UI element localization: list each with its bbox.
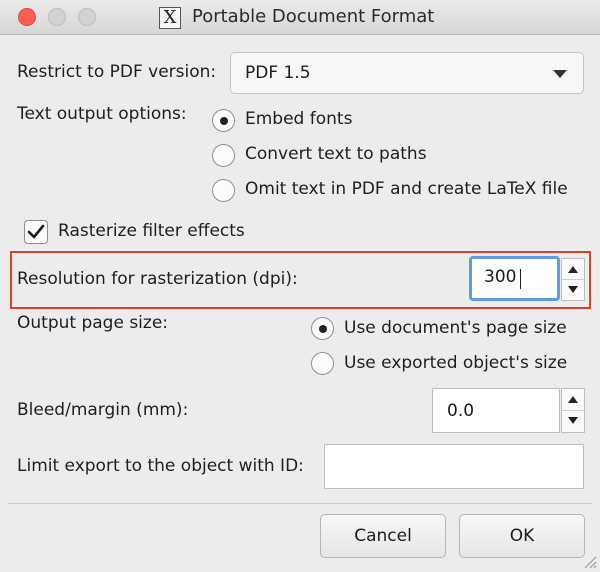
bleed-decrement-button[interactable]: [562, 411, 584, 433]
radio-convert-text[interactable]: [212, 144, 235, 167]
resolution-value: 300: [484, 267, 517, 287]
limit-export-label: Limit export to the object with ID:: [17, 456, 304, 476]
embed-fonts-label[interactable]: Embed fonts: [245, 109, 352, 129]
text-caret: [520, 269, 521, 289]
object-id-input[interactable]: [324, 444, 584, 489]
window-title: Portable Document Format: [192, 6, 435, 27]
rasterize-label[interactable]: Rasterize filter effects: [58, 221, 245, 241]
divider: [8, 503, 592, 504]
resolution-increment-button[interactable]: [562, 259, 584, 280]
arrow-up-icon: [568, 396, 578, 403]
checkmark-icon: [27, 224, 45, 239]
pdf-version-value: PDF 1.5: [245, 63, 311, 83]
close-window-button[interactable]: [18, 8, 36, 26]
exported-object-size-label[interactable]: Use exported object's size: [344, 353, 567, 373]
cancel-button[interactable]: Cancel: [320, 514, 446, 558]
bleed-input[interactable]: 0.0: [432, 388, 560, 433]
app-icon: X: [159, 7, 181, 29]
text-output-label: Text output options:: [17, 104, 187, 124]
omit-text-label[interactable]: Omit text in PDF and create LaTeX file: [245, 179, 568, 199]
bleed-stepper[interactable]: [561, 388, 585, 433]
resize-grip-icon[interactable]: [581, 553, 597, 569]
radio-embed-fonts[interactable]: [212, 109, 235, 132]
radio-omit-text-latex[interactable]: [212, 179, 235, 202]
chevron-down-icon: [553, 70, 567, 78]
convert-text-label[interactable]: Convert text to paths: [245, 144, 427, 164]
ok-button[interactable]: OK: [459, 514, 585, 558]
resolution-input[interactable]: 300: [469, 256, 560, 301]
minimize-window-button[interactable]: [48, 8, 66, 26]
page-size-label: Output page size:: [17, 313, 169, 333]
radio-exported-object-size[interactable]: [311, 352, 334, 375]
radio-document-page-size[interactable]: [311, 317, 334, 340]
maximize-window-button[interactable]: [78, 8, 96, 26]
bleed-value: 0.0: [447, 401, 475, 421]
arrow-down-icon: [568, 416, 578, 424]
resolution-decrement-button[interactable]: [562, 280, 584, 301]
rasterize-checkbox[interactable]: [24, 220, 48, 244]
title-bar: X Portable Document Format: [0, 0, 600, 35]
pdf-version-select[interactable]: PDF 1.5: [230, 52, 584, 94]
pdf-version-label: Restrict to PDF version:: [17, 62, 217, 82]
resolution-label: Resolution for rasterization (dpi):: [17, 269, 298, 289]
bleed-label: Bleed/margin (mm):: [17, 400, 189, 420]
resolution-stepper[interactable]: [561, 258, 585, 301]
bleed-increment-button[interactable]: [562, 389, 584, 411]
arrow-up-icon: [568, 266, 578, 273]
arrow-down-icon: [568, 285, 578, 293]
document-page-size-label[interactable]: Use document's page size: [344, 318, 567, 338]
